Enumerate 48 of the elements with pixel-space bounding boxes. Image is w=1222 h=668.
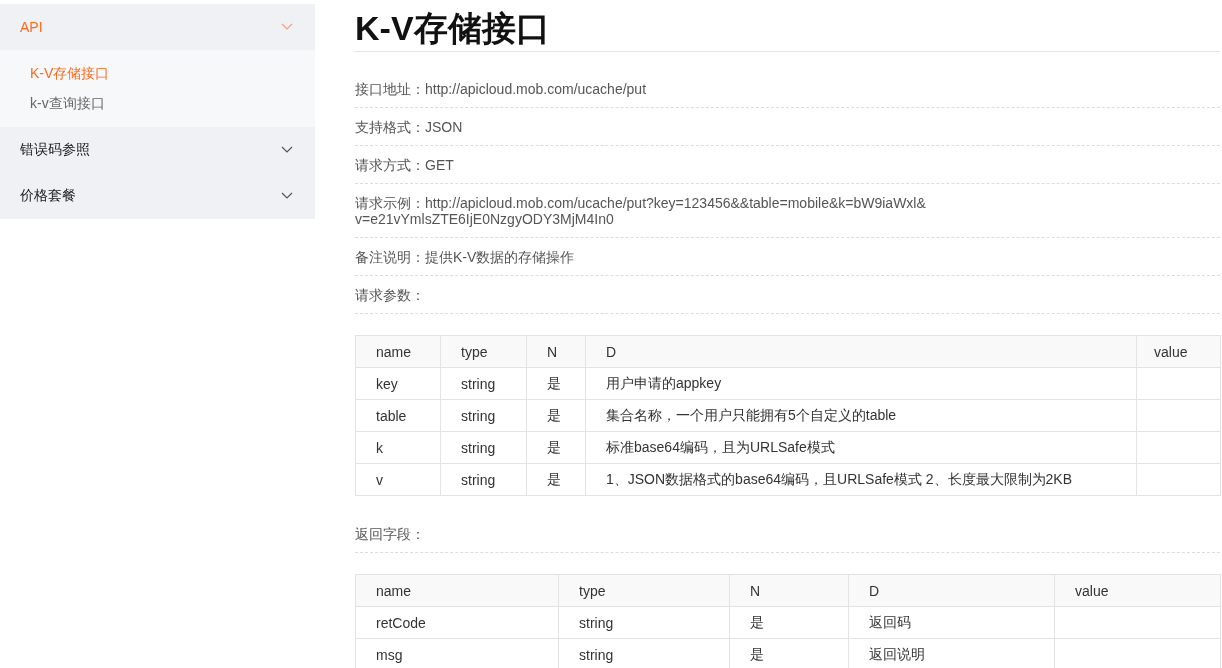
menu-section[interactable]: 价格套餐 bbox=[0, 173, 315, 219]
table-cell: 是 bbox=[547, 470, 561, 487]
column-header: D bbox=[585, 335, 1137, 368]
info-text: 备注说明：提供K-V数据的存储操作 bbox=[355, 249, 575, 265]
menu-section[interactable]: 错误码参照 bbox=[0, 127, 315, 173]
table-cell: 返回说明 bbox=[869, 645, 925, 662]
table-cell: retCode bbox=[376, 614, 426, 631]
chevron-down-icon bbox=[281, 146, 293, 154]
table-cell: 用户申请的appkey bbox=[606, 374, 722, 391]
section-label: 返回字段： bbox=[355, 526, 425, 542]
column-header: N bbox=[729, 574, 849, 607]
table-cell: 是 bbox=[547, 374, 561, 391]
table-cell: string bbox=[461, 407, 496, 424]
info-text: 支持格式：JSON bbox=[355, 119, 463, 135]
table-cell: string bbox=[579, 614, 614, 631]
table-cell: string bbox=[461, 439, 496, 456]
info-text: 接口地址：http://apicloud.mob.com/ucache/put bbox=[355, 81, 647, 97]
chevron-down-icon bbox=[281, 23, 293, 31]
table-cell: k bbox=[376, 439, 383, 456]
info-text: 请求方式：GET bbox=[355, 157, 454, 173]
menu-item[interactable]: k-v查询接口 bbox=[0, 88, 315, 118]
chevron-down-icon bbox=[281, 192, 293, 200]
table-cell: 是 bbox=[750, 645, 764, 662]
table-cell: 是 bbox=[547, 406, 561, 423]
table-cell: 是 bbox=[547, 438, 561, 455]
column-header: name bbox=[355, 335, 441, 368]
column-header: value bbox=[1136, 335, 1221, 368]
table-cell: 返回码 bbox=[869, 613, 911, 630]
column-header: type bbox=[440, 335, 527, 368]
column-header: D bbox=[848, 574, 1055, 607]
table-cell: table bbox=[376, 407, 407, 424]
table-cell: msg bbox=[376, 646, 403, 663]
table-cell: string bbox=[461, 471, 496, 488]
table-cell: key bbox=[376, 375, 398, 392]
table-cell: 标准base64编码，且为URLSafe模式 bbox=[606, 438, 835, 455]
table-cell: 是 bbox=[750, 613, 764, 630]
info-text: 请求示例：http://apicloud.mob.com/ucache/put?key=123456&&table=mobile&k=bW9iaWxl& v=e21vYmlsZTE6IjE0NzgyODY3MjM4In0 bbox=[355, 195, 926, 227]
column-header: N bbox=[526, 335, 586, 368]
column-header: value bbox=[1054, 574, 1221, 607]
info-text: 请求参数： bbox=[355, 287, 425, 303]
column-header: name bbox=[355, 574, 559, 607]
table-cell: 集合名称，一个用户只能拥有5个自定义的table bbox=[606, 406, 897, 423]
table-cell: string bbox=[579, 646, 614, 663]
table-cell: 1、JSON数据格式的base64编码，且URLSafe模式 2、长度最大限制为2KB bbox=[606, 470, 1072, 487]
table-cell: v bbox=[376, 471, 383, 488]
table-cell: string bbox=[461, 375, 496, 392]
column-header: type bbox=[558, 574, 730, 607]
page-title: K-V存储接口 bbox=[355, 5, 1220, 52]
